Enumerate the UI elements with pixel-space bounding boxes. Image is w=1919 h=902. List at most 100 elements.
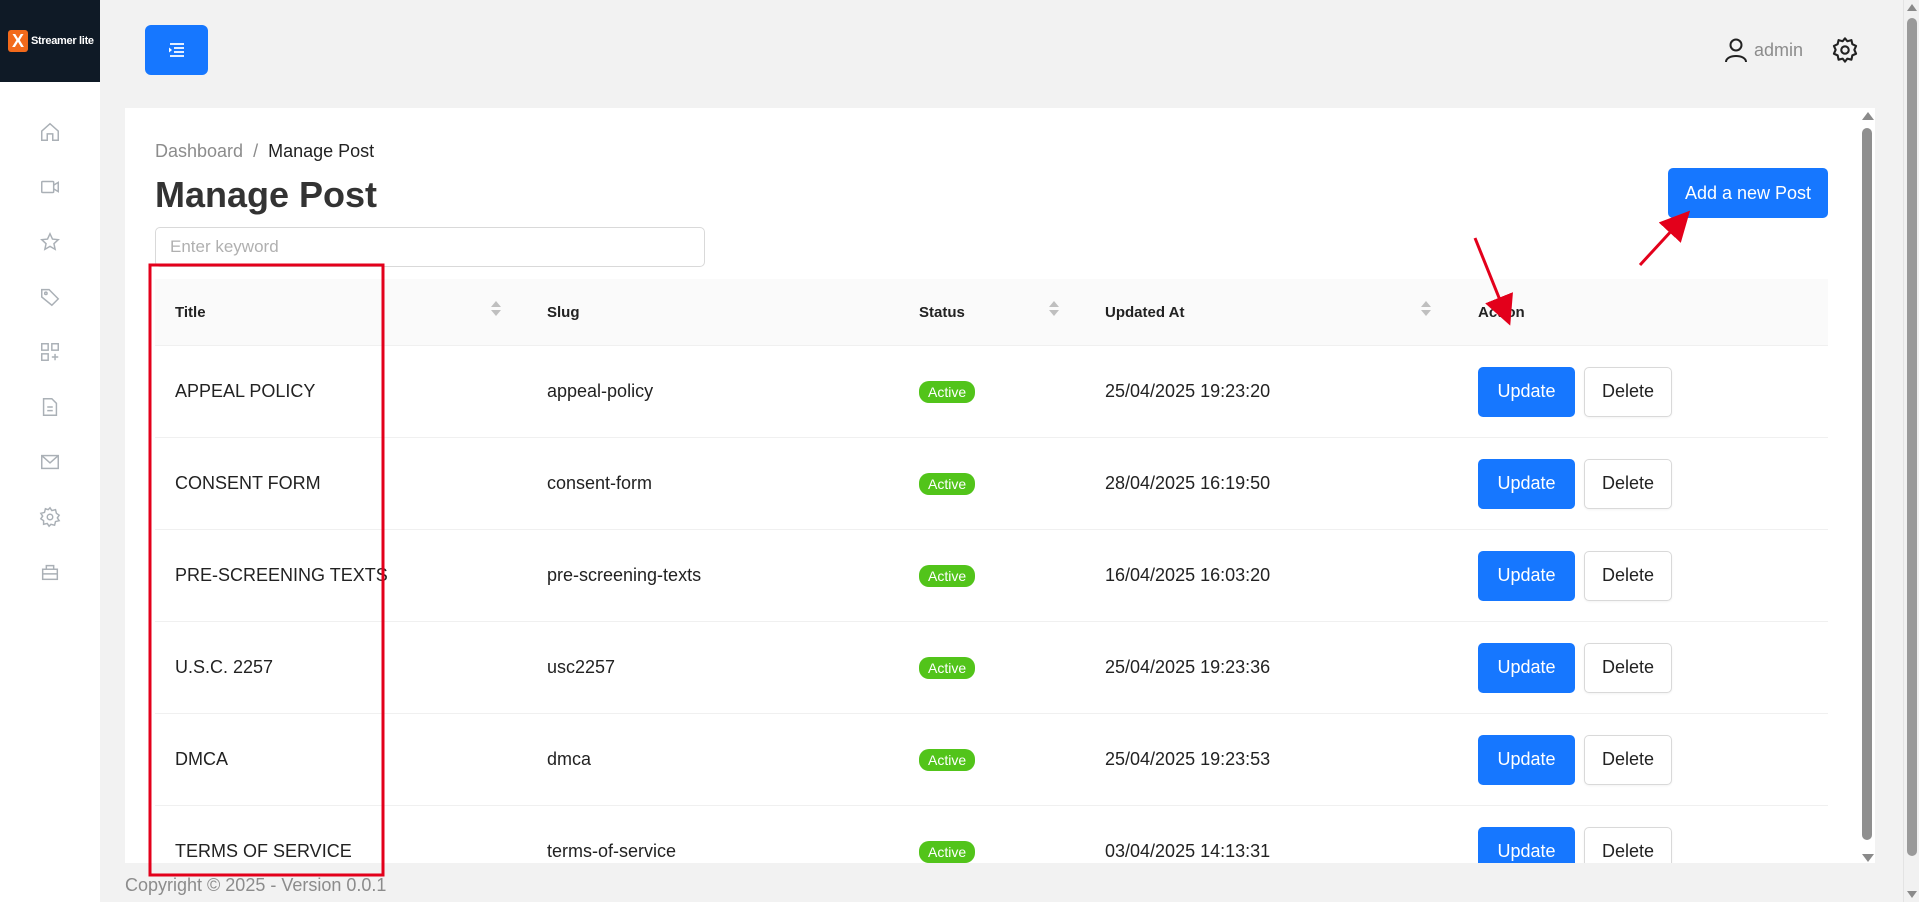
column-header-label: Action [1478,303,1525,321]
scroll-down-arrow-icon[interactable] [1862,854,1874,862]
update-button[interactable]: Update [1478,734,1575,785]
cell-updated-at: 28/04/2025 16:19:50 [1105,473,1271,493]
cell-title: CONSENT FORM [175,473,321,493]
delete-button[interactable]: Delete [1584,826,1672,863]
table-row: CONSENT FORM consent-form Active 28/04/2… [155,438,1828,530]
update-button[interactable]: Update [1478,458,1575,509]
sort-icon[interactable] [1049,300,1059,316]
menu-icon [168,43,184,57]
cell-title: TERMS OF SERVICE [175,841,352,861]
menu-toggle-button[interactable] [145,25,208,75]
cell-status: Active [899,840,1085,863]
cell-slug: usc2257 [547,657,616,677]
column-header-updated-at[interactable]: Updated At [1085,300,1458,321]
page-title: Manage Post [155,174,378,215]
column-header-label: Slug [547,303,580,321]
page-scroll-up-icon[interactable] [1907,4,1917,11]
user-area: admin [1724,36,1859,64]
mail-icon [41,454,59,469]
status-badge: Active [919,472,976,495]
cell-actions: Update Delete [1458,550,1828,601]
settings-icon [39,506,61,527]
file-icon [42,397,58,416]
logo-text: Streamer lite [31,35,94,47]
table-row: TERMS OF SERVICE terms-of-service Active… [155,806,1828,863]
status-badge: Active [919,380,976,403]
delete-button[interactable]: Delete [1584,734,1672,785]
sort-icon[interactable] [491,300,501,316]
scrollbar-thumb[interactable] [1862,128,1872,840]
page-scrollbar[interactable] [1903,0,1919,902]
sidebar-item-widgets[interactable] [0,324,100,379]
posts-table: Title Slug Status Updated At Action APPE… [155,279,1828,863]
delete-button[interactable]: Delete [1584,642,1672,693]
delete-button[interactable]: Delete [1584,366,1672,417]
column-header-title[interactable]: Title [155,300,527,321]
user-icon[interactable] [1724,37,1748,63]
settings-gear-icon[interactable] [1831,36,1859,64]
sidebar-nav [0,104,100,599]
logo-mark: X [8,30,28,52]
page-scrollbar-thumb[interactable] [1907,18,1917,856]
cell-slug: dmca [547,749,592,769]
column-header-action: Action [1458,304,1828,321]
sidebar-item-mail[interactable] [0,434,100,489]
sidebar: X Streamer lite [0,0,100,902]
status-badge: Active [919,656,976,679]
cell-actions: Update Delete [1458,642,1828,693]
sidebar-item-settings[interactable] [0,489,100,544]
cell-slug: pre-screening-texts [547,565,702,585]
sidebar-item-home[interactable] [0,104,100,159]
breadcrumb-home[interactable]: Dashboard [155,141,243,161]
breadcrumb-separator: / [253,141,259,161]
content-scrollbar[interactable] [1860,110,1874,864]
logo[interactable]: X Streamer lite [0,0,100,82]
status-badge: Active [919,564,976,587]
status-badge: Active [919,748,976,771]
cell-title: DMCA [175,749,228,769]
table-row: APPEAL POLICY appeal-policy Active 25/04… [155,346,1828,438]
cell-updated-at: 03/04/2025 14:13:31 [1105,841,1271,861]
status-badge: Active [919,840,976,863]
cell-actions: Update Delete [1458,366,1828,417]
column-header-label: Updated At [1105,303,1185,321]
delete-button[interactable]: Delete [1584,458,1672,509]
sidebar-item-posts[interactable] [0,379,100,434]
cell-actions: Update Delete [1458,826,1828,863]
cell-actions: Update Delete [1458,458,1828,509]
delete-button[interactable]: Delete [1584,550,1672,601]
add-new-post-button[interactable]: Add a new Post [1668,168,1828,218]
sidebar-item-tags[interactable] [0,269,100,324]
cell-status: Active [899,748,1085,771]
cell-slug: consent-form [547,473,653,493]
update-button[interactable]: Update [1478,826,1575,863]
home-icon [41,122,59,141]
update-button[interactable]: Update [1478,642,1575,693]
column-header-slug: Slug [527,304,899,321]
page-scroll-down-icon[interactable] [1907,891,1917,898]
user-name[interactable]: admin [1754,40,1803,61]
column-header-status[interactable]: Status [899,300,1085,321]
sidebar-item-store[interactable] [0,544,100,599]
cell-title: PRE-SCREENING TEXTS [175,565,388,585]
star-icon [40,231,60,251]
sort-icon[interactable] [1421,300,1431,316]
footer-copyright: Copyright © 2025 - Version 0.0.1 [125,875,387,895]
column-header-label: Title [175,303,206,321]
cell-status: Active [899,564,1085,587]
table-row: DMCA dmca Active 25/04/2025 19:23:53 Upd… [155,714,1828,806]
cell-updated-at: 25/04/2025 19:23:20 [1105,381,1271,401]
cell-updated-at: 25/04/2025 19:23:36 [1105,657,1271,677]
sidebar-item-videos[interactable] [0,159,100,214]
cell-status: Active [899,380,1085,403]
breadcrumb: Dashboard / Manage Post [155,141,374,162]
update-button[interactable]: Update [1478,366,1575,417]
cell-status: Active [899,472,1085,495]
sidebar-item-favorites[interactable] [0,214,100,269]
scroll-up-arrow-icon[interactable] [1862,112,1874,120]
store-icon [41,564,59,580]
update-button[interactable]: Update [1478,550,1575,601]
cell-title: U.S.C. 2257 [175,657,274,677]
table-row: U.S.C. 2257 usc2257 Active 25/04/2025 19… [155,622,1828,714]
search-input[interactable] [155,227,705,267]
